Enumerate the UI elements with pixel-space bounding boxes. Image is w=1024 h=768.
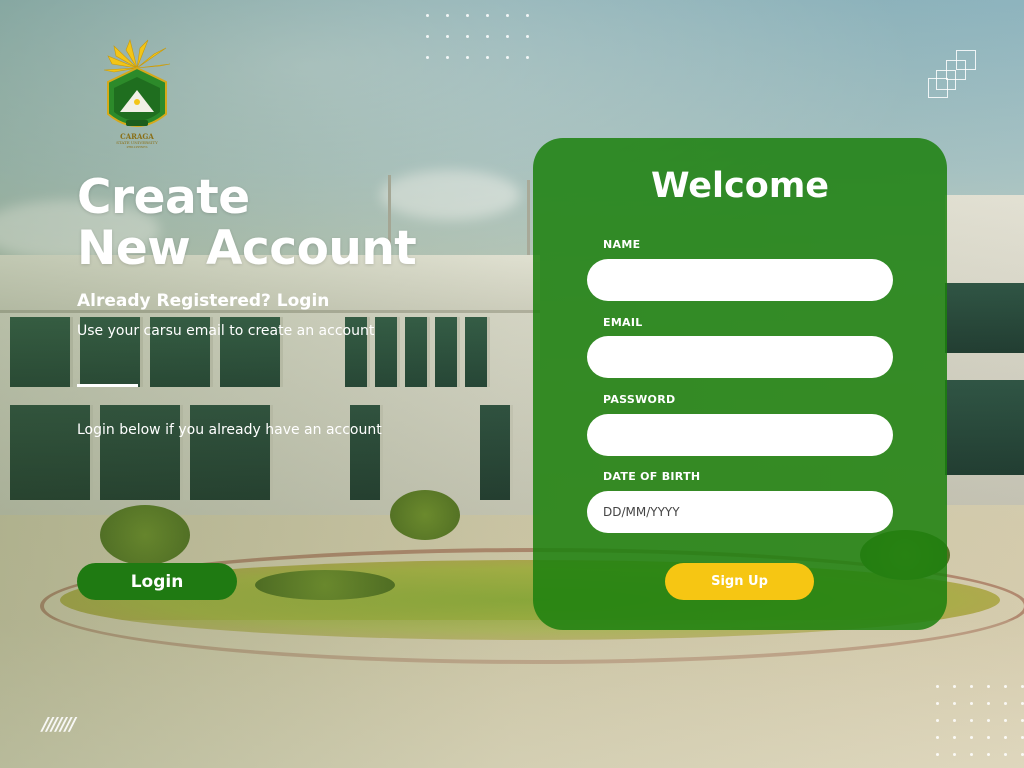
date-of-birth-label: DATE OF BIRTH xyxy=(603,470,701,483)
page-title-line1: Create xyxy=(77,170,250,225)
password-input[interactable] xyxy=(587,414,893,456)
page-title-line2: New Account xyxy=(77,221,417,276)
name-input[interactable] xyxy=(587,259,893,301)
signup-instructions: Use your carsu email to create an accoun… xyxy=(77,323,375,339)
dot-pattern xyxy=(426,14,529,59)
email-label: EMAIL xyxy=(603,316,643,329)
sign-up-button[interactable]: Sign Up xyxy=(665,563,814,600)
page-title: Create New Account xyxy=(77,170,417,276)
logo-caption-line1: CARAGA xyxy=(120,132,154,141)
name-label: NAME xyxy=(603,238,641,251)
dot-pattern xyxy=(936,685,1024,756)
logo-caption: CARAGA STATE UNIVERSITY PHILIPPINES xyxy=(106,133,168,149)
logo-caption-line3: PHILIPPINES xyxy=(126,145,148,149)
already-registered-login-link[interactable]: Already Registered? Login xyxy=(77,291,329,311)
date-of-birth-input[interactable] xyxy=(587,491,893,533)
divider xyxy=(77,384,138,387)
form-title: Welcome xyxy=(650,166,830,206)
signup-form-card xyxy=(533,138,947,630)
login-button[interactable]: Login xyxy=(77,563,237,600)
password-label: PASSWORD xyxy=(603,393,676,406)
squares-decoration-icon xyxy=(928,48,976,98)
email-input[interactable] xyxy=(587,336,893,378)
login-hint: Login below if you already have an accou… xyxy=(77,422,382,438)
slashes-decoration: /////// xyxy=(42,714,76,735)
